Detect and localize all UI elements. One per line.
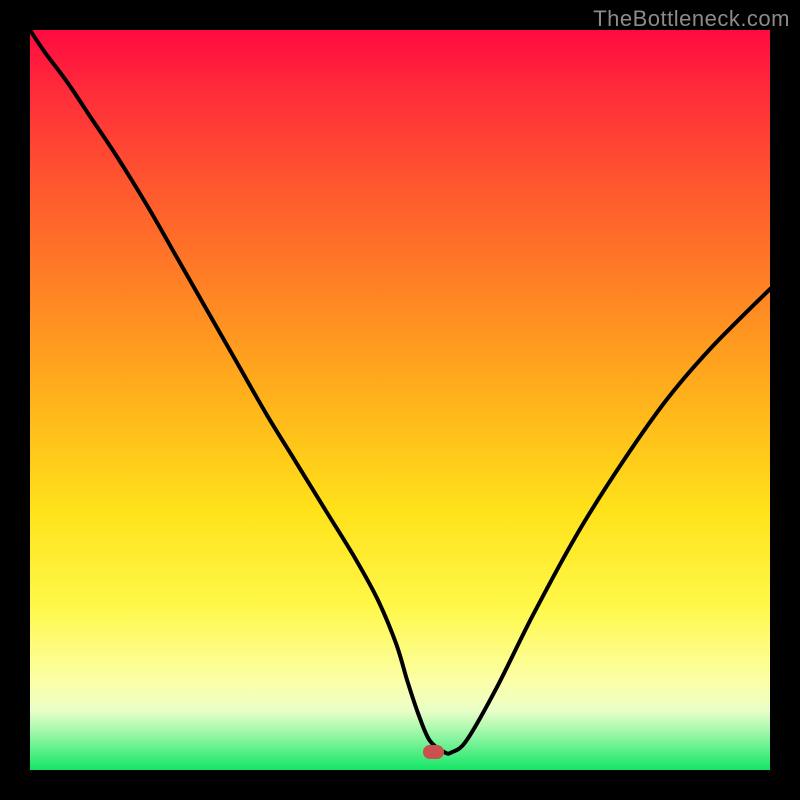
heat-gradient-background: [30, 30, 770, 770]
plot-area: [30, 30, 770, 770]
chart-frame: TheBottleneck.com: [0, 0, 800, 800]
watermark-text: TheBottleneck.com: [593, 6, 790, 32]
